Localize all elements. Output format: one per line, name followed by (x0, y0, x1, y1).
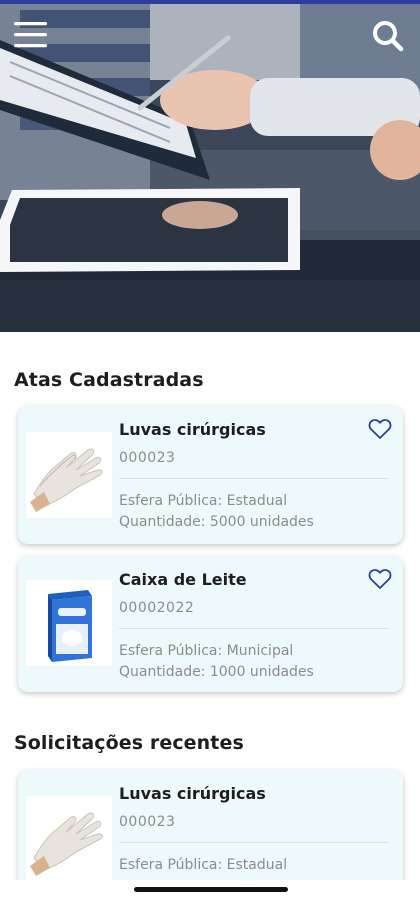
card-divider (119, 478, 389, 479)
product-name: Caixa de Leite (119, 570, 247, 589)
section-title-atas: Atas Cadastradas (14, 369, 204, 391)
quantidade: Quantidade: 5000 unidades (119, 514, 314, 530)
gloves-image (26, 796, 112, 882)
esfera-publica: Esfera Pública: Estadual (119, 493, 288, 509)
product-name: Luvas cirúrgicas (119, 784, 266, 803)
card-divider (119, 628, 389, 629)
gloves-image (26, 432, 112, 518)
hamburger-menu-icon (14, 22, 47, 48)
menu-button[interactable] (12, 18, 50, 52)
hero-illustration (0, 0, 420, 332)
heart-outline-icon (368, 419, 392, 439)
esfera-publica: Esfera Pública: Estadual (119, 857, 288, 873)
ata-card[interactable]: Luvas cirúrgicas 000023 Esfera Pública: … (18, 406, 403, 544)
favorite-button[interactable] (368, 418, 392, 440)
product-name: Luvas cirúrgicas (119, 420, 266, 439)
milk-carton-image (26, 580, 112, 666)
favorite-button[interactable] (368, 568, 392, 590)
heart-outline-icon (368, 569, 392, 589)
card-divider (119, 842, 389, 843)
esfera-publica: Esfera Pública: Municipal (119, 643, 294, 659)
product-code: 00002022 (119, 600, 195, 616)
home-indicator[interactable] (134, 887, 288, 892)
product-image-milk (26, 580, 112, 666)
product-code: 000023 (119, 814, 176, 830)
product-image-gloves (26, 796, 112, 882)
product-image-gloves (26, 432, 112, 518)
top-accent-bar (0, 0, 420, 4)
section-title-recentes: Solicitações recentes (14, 732, 244, 754)
search-icon (373, 21, 404, 52)
quantidade: Quantidade: 1000 unidades (119, 664, 314, 680)
hero-image (0, 0, 420, 332)
ata-card[interactable]: Caixa de Leite 00002022 Esfera Pública: … (18, 556, 403, 692)
search-button[interactable] (370, 18, 406, 54)
product-code: 000023 (119, 450, 176, 466)
